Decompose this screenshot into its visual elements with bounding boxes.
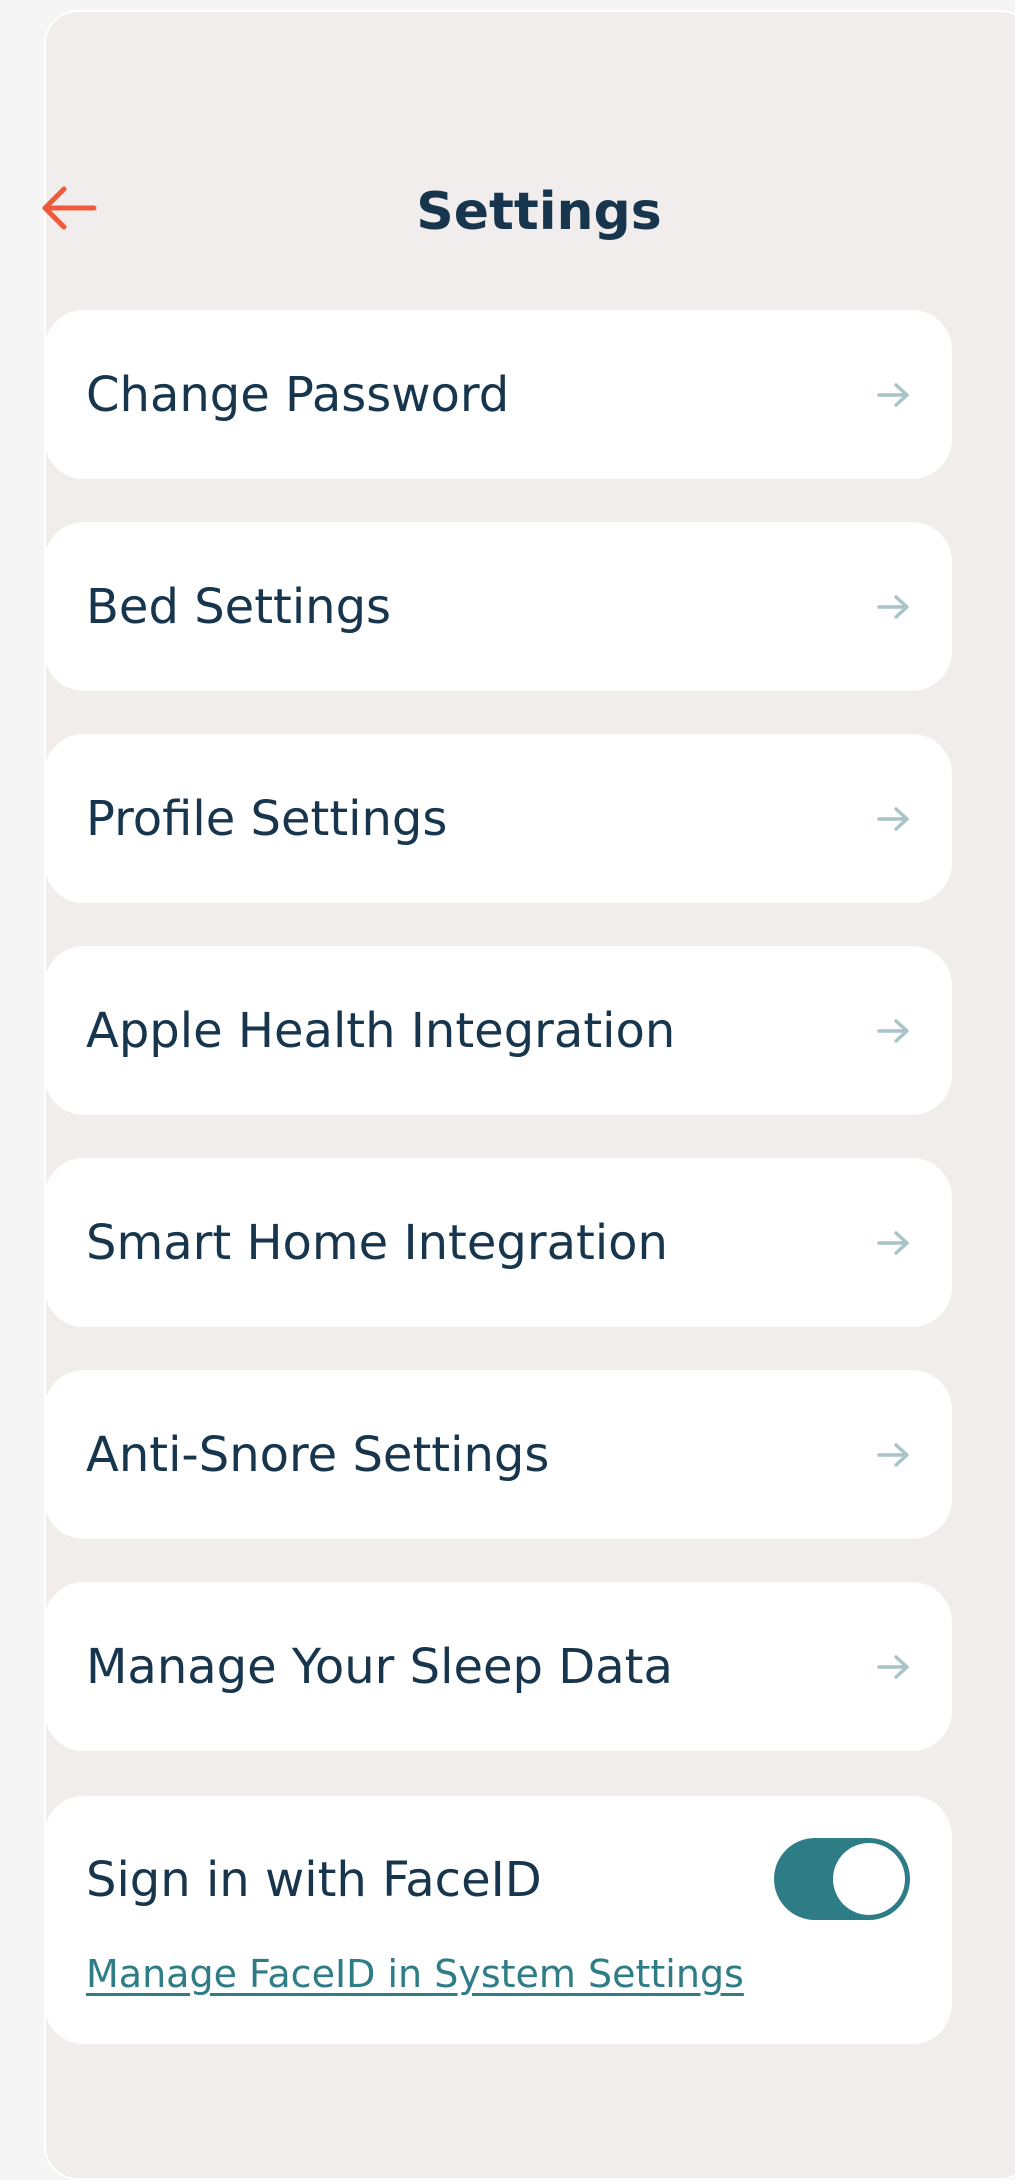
menu-item-label: Bed Settings [86, 578, 392, 635]
menu-item-label: Change Password [86, 366, 510, 423]
toggle-knob [833, 1843, 905, 1915]
manage-faceid-link[interactable]: Manage FaceID in System Settings [86, 1952, 744, 1996]
settings-menu: Change Password Bed Settings Profile Set… [44, 310, 952, 1794]
faceid-label: Sign in with FaceID [86, 1852, 542, 1908]
menu-item-sleep-data[interactable]: Manage Your Sleep Data [44, 1582, 952, 1751]
menu-item-apple-health[interactable]: Apple Health Integration [44, 946, 952, 1115]
arrow-right-icon [876, 1652, 912, 1682]
menu-item-profile-settings[interactable]: Profile Settings [44, 734, 952, 903]
arrow-right-icon [876, 1016, 912, 1046]
arrow-right-icon [876, 592, 912, 622]
arrow-right-icon [876, 380, 912, 410]
menu-item-smart-home[interactable]: Smart Home Integration [44, 1158, 952, 1327]
page-title: Settings [416, 182, 662, 242]
menu-item-label: Apple Health Integration [86, 1002, 676, 1059]
menu-item-anti-snore[interactable]: Anti-Snore Settings [44, 1370, 952, 1539]
header: Settings [0, 160, 1015, 264]
arrow-right-icon [876, 1228, 912, 1258]
menu-item-label: Manage Your Sleep Data [86, 1638, 673, 1695]
arrow-right-icon [876, 804, 912, 834]
menu-item-bed-settings[interactable]: Bed Settings [44, 522, 952, 691]
arrow-right-icon [876, 1440, 912, 1470]
menu-item-label: Profile Settings [86, 790, 448, 847]
menu-item-label: Smart Home Integration [86, 1214, 668, 1271]
menu-item-label: Anti-Snore Settings [86, 1426, 550, 1483]
faceid-card: Sign in with FaceID Manage FaceID in Sys… [44, 1796, 952, 2044]
menu-item-change-password[interactable]: Change Password [44, 310, 952, 479]
faceid-toggle[interactable] [774, 1838, 910, 1920]
